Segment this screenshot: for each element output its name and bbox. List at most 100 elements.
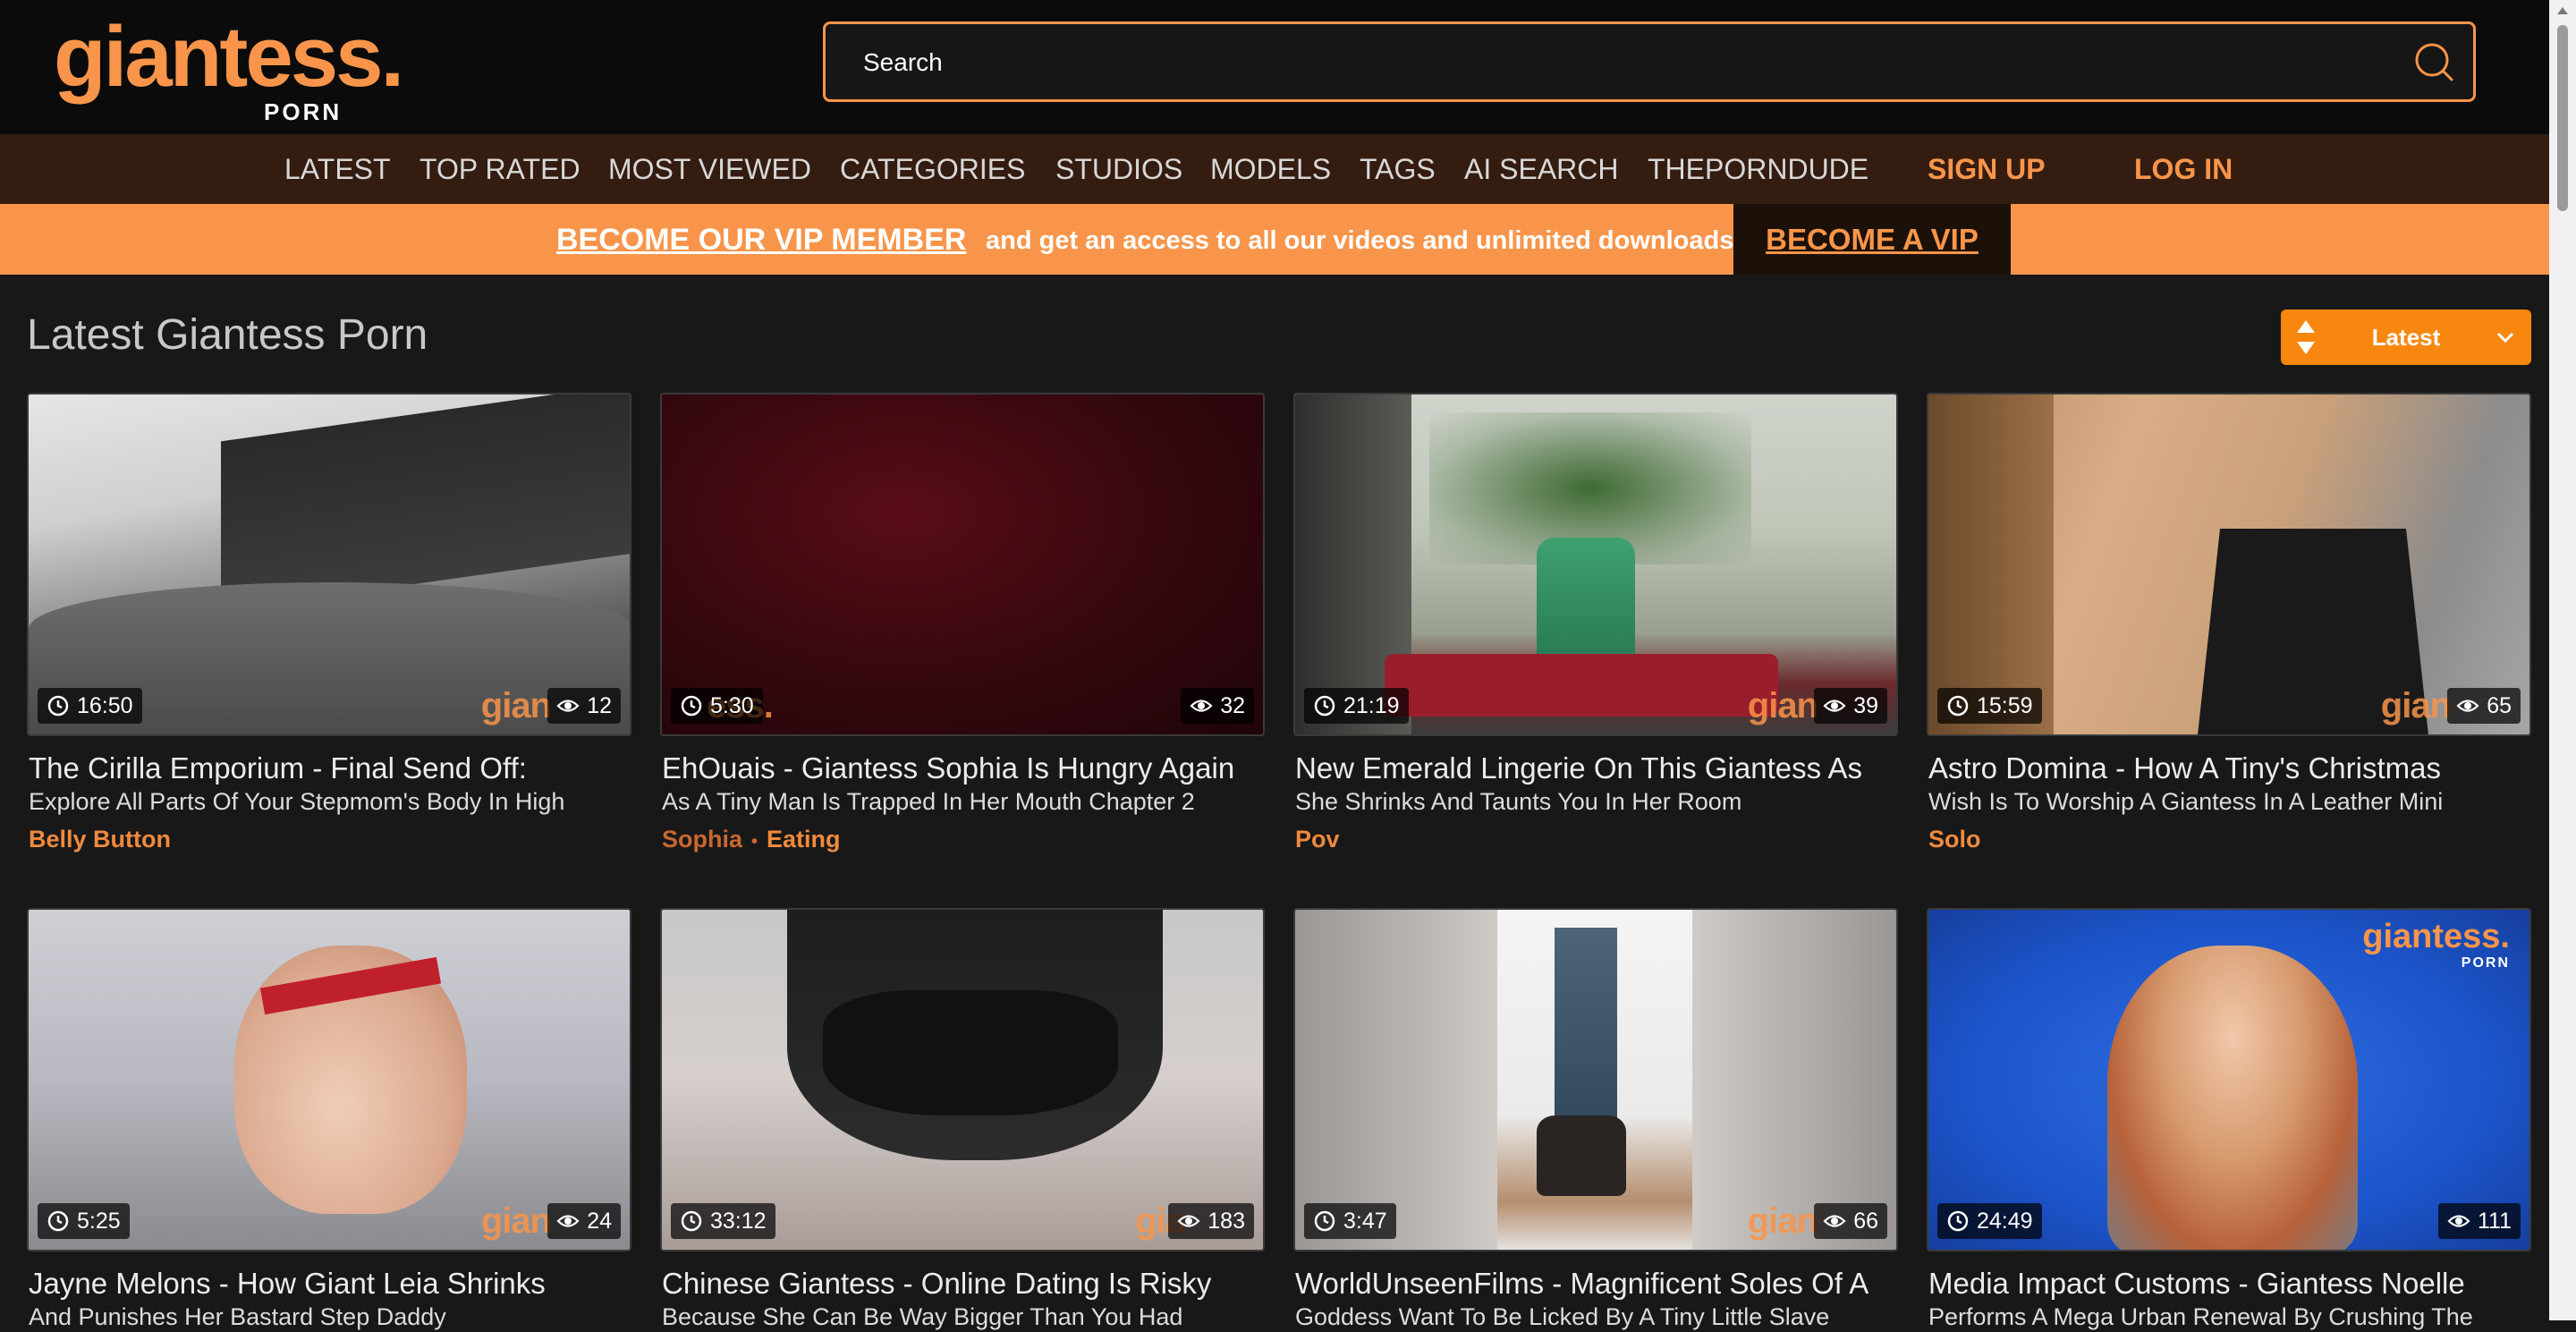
video-title[interactable]: Jayne Melons - How Giant Leia Shrinks bbox=[29, 1266, 631, 1302]
tag-link[interactable]: Eating bbox=[767, 826, 841, 853]
video-title[interactable]: Chinese Giantess - Online Dating Is Risk… bbox=[662, 1266, 1265, 1302]
video-title-continued[interactable]: As A Tiny Man Is Trapped In Her Mouth Ch… bbox=[662, 786, 1265, 817]
search-box bbox=[823, 21, 2476, 102]
video-title-continued[interactable]: Because She Can Be Way Bigger Than You H… bbox=[662, 1302, 1265, 1332]
watermark-subtext: PORN bbox=[2461, 955, 2510, 971]
video-thumbnail[interactable]: gian 5:25 24 bbox=[27, 908, 631, 1251]
nav-models[interactable]: MODELS bbox=[1210, 152, 1331, 186]
duration-badge: 3:47 bbox=[1304, 1203, 1396, 1239]
eye-icon bbox=[1823, 1215, 1846, 1227]
duration-badge: 15:59 bbox=[1937, 688, 2042, 724]
sign-up-link[interactable]: SIGN UP bbox=[1928, 152, 2046, 186]
nav-theporndude[interactable]: THEPORNDUDE bbox=[1648, 152, 1868, 186]
views-count: 111 bbox=[2477, 1209, 2512, 1234]
views-badge: 111 bbox=[2437, 1203, 2521, 1239]
duration-badge: 16:50 bbox=[38, 688, 142, 724]
nav-ai-search[interactable]: AI SEARCH bbox=[1464, 152, 1618, 186]
eye-icon bbox=[1823, 700, 1846, 712]
nav-top-rated[interactable]: TOP RATED bbox=[419, 152, 580, 186]
views-badge: 39 bbox=[1814, 688, 1887, 724]
duration-text: 24:49 bbox=[1977, 1209, 2033, 1234]
vip-member-link[interactable]: BECOME OUR VIP MEMBER bbox=[556, 222, 966, 258]
search-icon[interactable] bbox=[2412, 40, 2455, 83]
site-logo[interactable]: giantess. PORN bbox=[54, 13, 411, 126]
thumbnail-watermark: gian bbox=[2380, 686, 2452, 725]
views-count: 32 bbox=[1220, 693, 1245, 718]
clock-icon bbox=[681, 1210, 702, 1232]
video-title[interactable]: The Cirilla Emporium - Final Send Off: bbox=[29, 751, 631, 786]
video-title[interactable]: New Emerald Lingerie On This Giantess As bbox=[1295, 751, 1898, 786]
duration-badge: 5:30 bbox=[671, 688, 763, 724]
video-thumbnail[interactable]: gian 21:19 39 bbox=[1293, 393, 1898, 736]
thumbnail-watermark: gian bbox=[1747, 686, 1818, 725]
become-vip-button[interactable]: BECOME A VIP bbox=[1733, 204, 2011, 275]
thumbnail-watermark: gian bbox=[480, 686, 552, 725]
video-thumbnail[interactable]: gian 3:47 66 bbox=[1293, 908, 1898, 1251]
video-thumbnail[interactable]: giantess. PORN 24:49 111 bbox=[1927, 908, 2531, 1251]
video-thumbnail[interactable]: ess. 5:30 32 bbox=[660, 393, 1265, 736]
video-tags: Solo bbox=[1928, 824, 1981, 854]
nav-most-viewed[interactable]: MOST VIEWED bbox=[608, 152, 811, 186]
chevron-down-icon bbox=[2496, 332, 2514, 344]
thumbnail-watermark: gian bbox=[1747, 1201, 1818, 1241]
scrollbar-thumb[interactable] bbox=[2557, 25, 2568, 211]
tag-link[interactable]: Belly Button bbox=[29, 826, 171, 853]
views-badge: 12 bbox=[547, 688, 621, 724]
views-count: 12 bbox=[587, 693, 612, 718]
video-title-continued[interactable]: Wish Is To Worship A Giantess In A Leath… bbox=[1928, 786, 2531, 817]
nav-tags[interactable]: TAGS bbox=[1360, 152, 1436, 186]
video-title-continued[interactable]: Goddess Want To Be Licked By A Tiny Litt… bbox=[1295, 1302, 1898, 1332]
eye-icon bbox=[556, 1215, 580, 1227]
duration-text: 21:19 bbox=[1343, 693, 1400, 718]
video-title-continued[interactable]: Explore All Parts Of Your Stepmom's Body… bbox=[29, 786, 631, 817]
views-count: 24 bbox=[587, 1209, 612, 1234]
logo-subtext: PORN bbox=[264, 98, 343, 125]
tag-link[interactable]: Sophia bbox=[662, 826, 742, 853]
clock-icon bbox=[1314, 695, 1335, 717]
video-title[interactable]: WorldUnseenFilms - Magnificent Soles Of … bbox=[1295, 1266, 1898, 1302]
video-title[interactable]: Media Impact Customs - Giantess Noelle bbox=[1928, 1266, 2531, 1302]
tag-separator: • bbox=[751, 832, 758, 852]
duration-badge: 33:12 bbox=[671, 1203, 775, 1239]
search-input[interactable] bbox=[861, 24, 2385, 101]
video-title-continued[interactable]: She Shrinks And Taunts You In Her Room bbox=[1295, 786, 1898, 817]
vip-banner: BECOME OUR VIP MEMBER and get an access … bbox=[0, 204, 2549, 275]
views-badge: 183 bbox=[1168, 1203, 1254, 1239]
video-thumbnail[interactable]: gian 16:50 12 bbox=[27, 393, 631, 736]
tag-link[interactable]: Pov bbox=[1295, 826, 1340, 853]
eye-icon bbox=[1190, 700, 1213, 712]
video-thumbnail[interactable]: gian 15:59 65 bbox=[1927, 393, 2531, 736]
views-badge: 66 bbox=[1814, 1203, 1887, 1239]
main-nav: LATEST TOP RATED MOST VIEWED CATEGORIES … bbox=[0, 134, 2549, 204]
views-count: 39 bbox=[1853, 693, 1878, 718]
video-tags: Sophia • Eating bbox=[662, 824, 841, 857]
views-badge: 32 bbox=[1181, 688, 1254, 724]
thumbnail-watermark: gian bbox=[480, 1201, 552, 1241]
duration-text: 3:47 bbox=[1343, 1209, 1387, 1234]
views-badge: 24 bbox=[547, 1203, 621, 1239]
nav-studios[interactable]: STUDIOS bbox=[1055, 152, 1182, 186]
video-title-continued[interactable]: Performs A Mega Urban Renewal By Crushin… bbox=[1928, 1302, 2531, 1332]
page-title: Latest Giantess Porn bbox=[27, 311, 428, 359]
sort-dropdown[interactable]: Latest bbox=[2281, 310, 2531, 365]
clock-icon bbox=[1947, 1210, 1969, 1232]
views-badge: 65 bbox=[2447, 688, 2521, 724]
video-thumbnail[interactable]: gia 33:12 183 bbox=[660, 908, 1265, 1251]
duration-text: 16:50 bbox=[77, 693, 133, 718]
video-title-continued[interactable]: And Punishes Her Bastard Step Daddy bbox=[29, 1302, 631, 1332]
video-title[interactable]: EhOuais - Giantess Sophia Is Hungry Agai… bbox=[662, 751, 1265, 786]
tag-link[interactable]: Solo bbox=[1928, 826, 1981, 853]
video-title[interactable]: Astro Domina - How A Tiny's Christmas bbox=[1928, 751, 2531, 786]
eye-icon bbox=[2447, 1215, 2470, 1227]
clock-icon bbox=[1314, 1210, 1335, 1232]
nav-categories[interactable]: CATEGORIES bbox=[840, 152, 1025, 186]
vip-banner-text: and get an access to all our videos and … bbox=[986, 226, 1741, 255]
eye-icon bbox=[556, 700, 580, 712]
page-scrollbar[interactable] bbox=[2549, 0, 2576, 1320]
duration-text: 5:30 bbox=[710, 693, 754, 718]
log-in-link[interactable]: LOG IN bbox=[2134, 152, 2233, 186]
scroll-up-arrow-icon[interactable] bbox=[2557, 7, 2568, 14]
site-header: giantess. PORN bbox=[0, 0, 2576, 134]
views-count: 183 bbox=[1208, 1209, 1245, 1234]
nav-latest[interactable]: LATEST bbox=[284, 152, 391, 186]
